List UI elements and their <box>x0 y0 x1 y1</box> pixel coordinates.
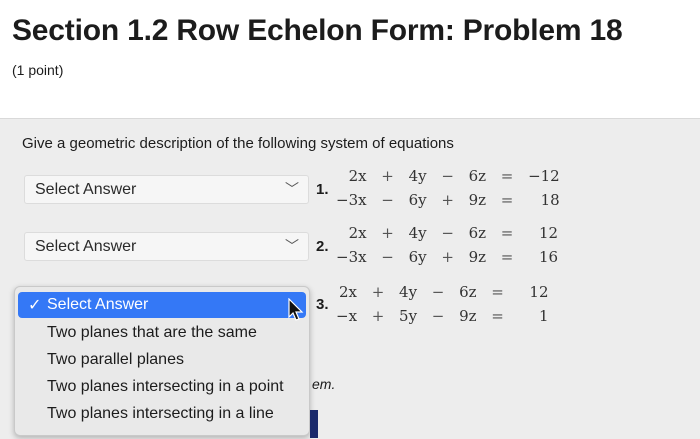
term-y: 4y <box>399 283 418 301</box>
term-x: −3x <box>336 191 367 209</box>
equation-row: 2x + 4y − 6z = 12 <box>330 280 555 304</box>
term-z: 9z <box>468 248 487 266</box>
select-value: Select Answer <box>35 181 137 198</box>
option-label: Two planes that are the same <box>47 324 257 341</box>
question-number-2: 2. <box>316 238 329 255</box>
rhs-value: 18 <box>540 191 560 209</box>
question-number-1: 1. <box>316 181 329 198</box>
mouse-cursor-icon <box>288 298 304 321</box>
term-x: −x <box>336 307 358 325</box>
answer-select-1[interactable]: Select Answer ﹀ <box>24 175 309 204</box>
chevron-down-icon: ﹀ <box>285 181 299 197</box>
partial-text-fragment: em. <box>312 376 336 392</box>
option-label: Select Answer <box>47 296 149 313</box>
dropdown-option-parallel-planes[interactable]: Two parallel planes <box>15 347 309 373</box>
equals-sign: = <box>500 167 514 185</box>
dropdown-option-same-planes[interactable]: Two planes that are the same <box>15 320 309 346</box>
term-z: 6z <box>468 224 487 242</box>
equation-system-3: 2x + 4y − 6z = 12 −x + 5y − 9z = 1 <box>330 280 555 328</box>
submit-button-edge[interactable] <box>310 410 318 438</box>
term-y: 4y <box>408 167 427 185</box>
term-y: 4y <box>408 224 427 242</box>
equals-sign: = <box>491 307 504 325</box>
option-label: Two parallel planes <box>47 351 184 368</box>
operator: + <box>441 191 454 209</box>
operator: + <box>371 283 385 301</box>
dropdown-option-intersect-line[interactable]: Two planes intersecting in a line <box>15 401 309 427</box>
answer-select-2[interactable]: Select Answer ﹀ <box>24 232 309 261</box>
equals-sign: = <box>500 191 514 209</box>
page-title: Section 1.2 Row Echelon Form: Problem 18 <box>12 14 623 47</box>
equation-system-2: 2x + 4y − 6z = 12 −3x − 6y + 9z = 16 <box>330 221 564 269</box>
rhs-value: 12 <box>529 283 549 301</box>
equation-row: 2x + 4y − 6z = −12 <box>330 164 566 188</box>
operator: + <box>381 224 394 242</box>
term-y: 6y <box>408 191 427 209</box>
term-x: −3x <box>336 248 367 266</box>
equals-sign: = <box>491 283 504 301</box>
equation-row: 2x + 4y − 6z = 12 <box>330 221 564 245</box>
rhs-value: 12 <box>538 224 559 242</box>
dropdown-option-intersect-point[interactable]: Two planes intersecting in a point <box>15 374 309 400</box>
select-value: Select Answer <box>35 238 137 255</box>
operator: + <box>381 167 394 185</box>
checkmark-icon: ✓ <box>28 297 42 314</box>
term-z: 6z <box>468 167 487 185</box>
term-z: 6z <box>459 283 477 301</box>
equation-row: −x + 5y − 9z = 1 <box>330 304 555 328</box>
question-prompt: Give a geometric description of the foll… <box>22 135 454 152</box>
operator: − <box>381 248 394 266</box>
rhs-value: −12 <box>528 167 560 185</box>
option-label: Two planes intersecting in a line <box>47 405 274 422</box>
equation-row: −3x − 6y + 9z = 18 <box>330 188 566 212</box>
equation-system-1: 2x + 4y − 6z = −12 −3x − 6y + 9z = 18 <box>330 164 566 212</box>
term-x: 2x <box>348 224 367 242</box>
equals-sign: = <box>500 224 514 242</box>
rhs-value: 16 <box>538 248 559 266</box>
operator: + <box>371 307 385 325</box>
chevron-down-icon: ﹀ <box>285 238 299 254</box>
operator: − <box>431 283 445 301</box>
rhs-value: 1 <box>538 307 549 325</box>
question-number-3: 3. <box>316 296 329 313</box>
term-y: 6y <box>408 248 427 266</box>
equation-row: −3x − 6y + 9z = 16 <box>330 245 564 269</box>
operator: + <box>441 248 454 266</box>
dropdown-option-select-answer[interactable]: ✓ Select Answer <box>18 292 306 318</box>
equals-sign: = <box>500 248 514 266</box>
term-z: 9z <box>459 307 477 325</box>
operator: − <box>431 307 445 325</box>
term-x: 2x <box>339 283 358 301</box>
operator: − <box>381 191 394 209</box>
term-z: 9z <box>468 191 487 209</box>
option-label: Two planes intersecting in a point <box>47 378 284 395</box>
operator: − <box>441 224 454 242</box>
answer-dropdown-menu-3[interactable]: ✓ Select Answer Two planes that are the … <box>14 286 310 436</box>
term-x: 2x <box>348 167 367 185</box>
points-label: (1 point) <box>12 62 64 78</box>
operator: − <box>441 167 454 185</box>
term-y: 5y <box>399 307 418 325</box>
